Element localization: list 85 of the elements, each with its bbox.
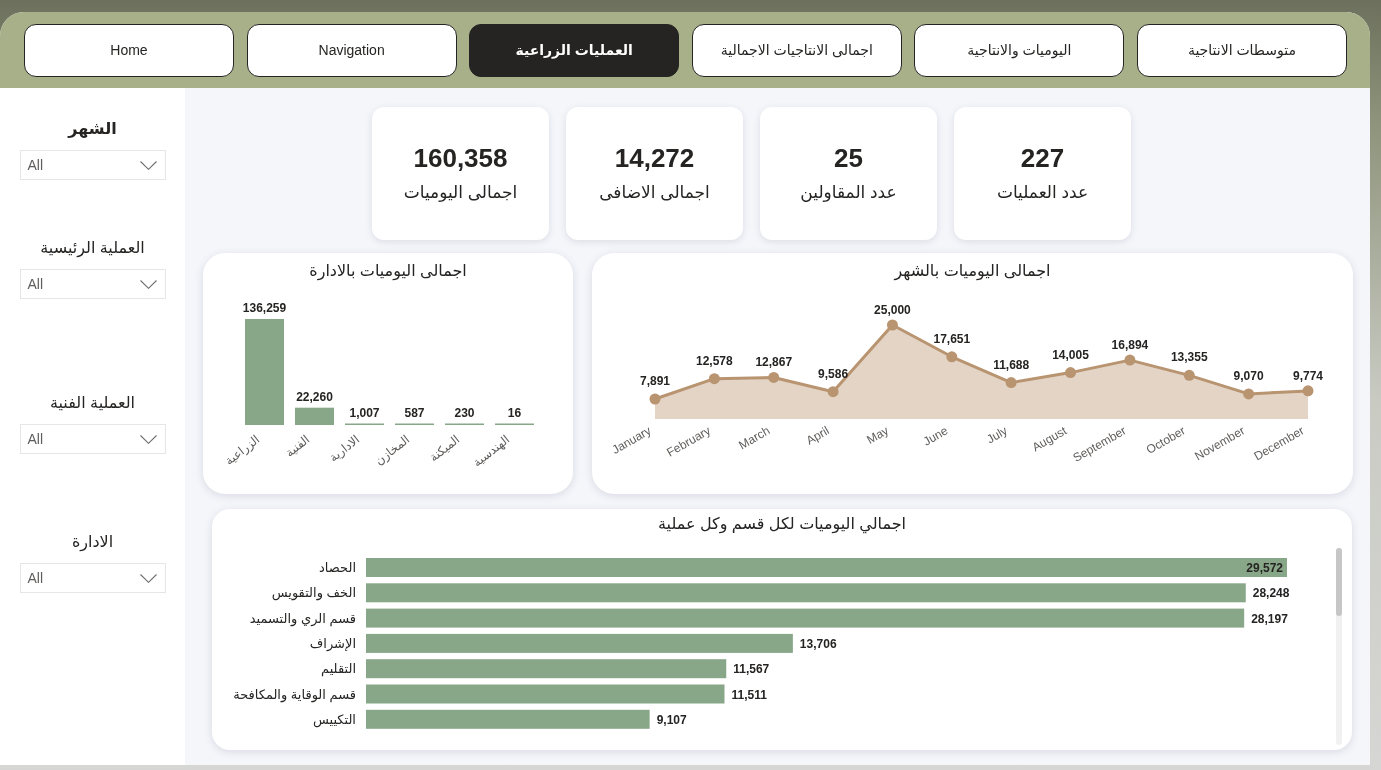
data-label: 136,259	[242, 301, 287, 315]
data-label: 16,894	[1111, 338, 1149, 353]
nav-tab[interactable]: متوسطات الانتاجية	[1136, 24, 1347, 77]
chart-title: اجمالى اليوميات بالشهر	[894, 261, 1051, 283]
data-point	[1243, 388, 1255, 400]
kpi-label: عدد المقاولين	[800, 181, 897, 204]
kpi-value: 160,358	[413, 142, 508, 173]
bar	[295, 407, 334, 425]
data-point	[1183, 369, 1195, 381]
nav-tab[interactable]: اجمالى الانتاجيات الاجمالية	[691, 24, 902, 77]
data-point	[708, 373, 720, 385]
data-label: 587	[404, 405, 425, 420]
data-label: 11,511	[731, 687, 767, 702]
data-label: 13,355	[1170, 350, 1208, 365]
data-label: 9,586	[818, 366, 849, 381]
scrollbar[interactable]	[1336, 548, 1342, 745]
data-label: 7,891	[640, 374, 670, 388]
chevron-down-icon[interactable]	[139, 434, 157, 444]
category-label: الزراعية	[222, 432, 263, 468]
data-label: 12,867	[755, 355, 793, 370]
data-label: 28,248	[1252, 586, 1290, 601]
kpi-label: اجمالى اليوميات	[403, 181, 518, 204]
nav-tab[interactable]: العمليات الزراعية	[469, 24, 680, 77]
data-label: 12,578	[696, 353, 733, 368]
category-label: الميكنة	[426, 432, 463, 465]
data-label: 11,688	[993, 357, 1030, 372]
chart-title: اجمالى اليوميات بالادارة	[309, 261, 467, 283]
data-label: 29,572	[1246, 561, 1283, 575]
filter-dropdown[interactable]: All	[19, 424, 166, 454]
kpi-value: 227	[1020, 142, 1065, 173]
data-point	[1005, 377, 1017, 389]
filter-dropdown[interactable]: All	[19, 563, 166, 593]
category-label: الهندسية	[470, 432, 513, 470]
chevron-down-icon[interactable]	[139, 279, 157, 289]
kpi-label: اجمالى الاضافى	[599, 181, 710, 204]
nav-tab[interactable]: اليوميات والانتاجية	[914, 24, 1125, 77]
filter-label: العملية الرئيسية	[40, 238, 145, 259]
category-label: June	[920, 423, 951, 449]
category-label: التكييس	[312, 711, 356, 727]
category-label: July	[984, 423, 1010, 447]
category-label: الفنية	[282, 432, 313, 460]
filter-label: الادارة	[71, 532, 114, 553]
category-label: الحصاد	[319, 560, 356, 575]
data-point	[1124, 354, 1136, 366]
data-point	[946, 351, 958, 363]
chevron-down-icon[interactable]	[139, 573, 157, 583]
category-label: الخف والتقويس	[271, 585, 356, 601]
data-point	[649, 393, 661, 405]
category-label: المخازن	[372, 432, 413, 468]
kpi-value: 25	[834, 142, 863, 173]
data-label: 11,567	[733, 662, 770, 677]
data-point	[827, 386, 839, 398]
data-point	[768, 372, 780, 383]
filter-label: الشهر	[68, 119, 117, 140]
data-label: 25,000	[874, 303, 911, 317]
filter-label: العملية الفنية	[49, 393, 136, 413]
data-label: 14,005	[1052, 347, 1089, 362]
data-label: 9,774	[1293, 368, 1323, 383]
category-label: الإشراف	[309, 635, 356, 651]
data-point	[1065, 367, 1077, 379]
chart-title: اجمالي اليوميات لكل قسم وكل عملية	[658, 514, 906, 536]
kpi-value: 14,272	[614, 142, 695, 173]
data-label: 9,107	[656, 712, 687, 727]
filter-dropdown[interactable]: All	[19, 269, 166, 299]
category-label: التقليم	[321, 661, 356, 677]
data-label: 22,260	[296, 389, 333, 404]
nav-tab[interactable]: Navigation	[246, 24, 457, 77]
filter-dropdown[interactable]: All	[19, 150, 166, 180]
nav-tab[interactable]: Home	[24, 24, 234, 77]
category-label: قسم الري والتسميد	[249, 610, 356, 626]
data-label: 230	[454, 405, 475, 420]
kpi-label: عدد العمليات	[996, 181, 1089, 204]
category-label: April	[803, 423, 832, 448]
data-label: 1,007	[349, 405, 380, 420]
data-label: 9,070	[1233, 368, 1264, 383]
category-label: الادارية	[326, 432, 363, 465]
data-label: 16	[507, 405, 522, 420]
data-label: 13,706	[799, 636, 837, 651]
category-label: قسم الوقاية والمكافحة	[233, 686, 356, 702]
data-point	[1302, 385, 1314, 397]
data-label: 28,197	[1251, 611, 1288, 626]
data-label: 17,651	[933, 331, 971, 346]
data-point	[886, 319, 898, 331]
category-label: May	[864, 423, 891, 447]
chevron-down-icon[interactable]	[139, 160, 157, 170]
